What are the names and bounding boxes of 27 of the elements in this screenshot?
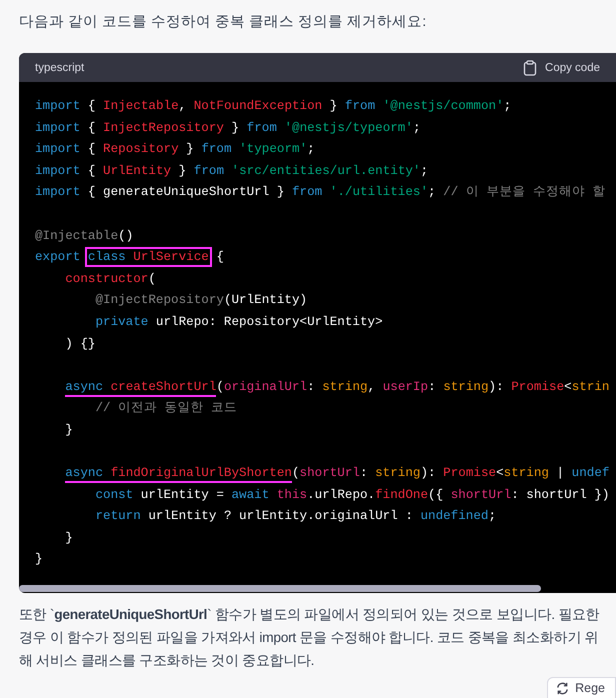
- code-line: // 이전과 동일한 코드: [94, 400, 238, 418]
- code-line: const urlEntity = await this.urlRepo.findOne({ shortUrl: shortUrl }): [94, 486, 610, 504]
- paragraph-text: 또한 `generateUniqueShortUrl` 함수가 별도의 파일에서 정의되어 있는 것으로 보입니다. 필요한 경우 이 함수가 정의된 파일을 가져와서 import 문을 수정해야 합니다. 코드 중복을 최소화하기 위해 서비스 클래스를 구조화하는 것이 중요합니다.: [19, 606, 600, 670]
- code-line: import { Repository } from 'typeorm';: [35, 141, 316, 158]
- refresh-icon: [556, 682, 570, 694]
- code-line: }: [35, 551, 44, 568]
- code-line: private urlRepo: Repository<UrlEntity>: [94, 314, 384, 331]
- code-line: @Injectable(): [35, 228, 134, 245]
- copy-code-button[interactable]: Copy code: [523, 60, 600, 76]
- code-line: ) {}: [64, 336, 96, 353]
- code-line: import { UrlEntity } from 'src/entities/url.entity';: [35, 162, 430, 180]
- code-line: @InjectRepository(UrlEntity): [94, 292, 308, 310]
- code-line: import { generateUniqueShortUrl } from './utilities'; // 이 부분을 수정해야 할: [35, 184, 606, 202]
- code-line: }: [64, 530, 74, 547]
- code-line: }: [64, 422, 74, 439]
- code-line: import { Injectable, NotFoundException } from '@nestjs/common';: [35, 98, 512, 115]
- code-line: return urlEntity ? urlEntity.originalUrl : undefined;: [94, 508, 498, 526]
- regenerate-button[interactable]: Rege: [547, 677, 616, 698]
- code-line: constructor(: [64, 270, 157, 288]
- code-line: async findOriginalUrlByShorten(shortUrl: string): Promise<string | undef: [35, 463, 616, 485]
- code-line: export class UrlService {: [35, 247, 616, 269]
- code-line: import { InjectRepository } from '@nestjs/typeorm';: [35, 120, 422, 137]
- intro-text: 다음과 같이 코드를 수정하여 중복 클래스 정의를 제거하세요:: [19, 13, 428, 32]
- code-line: async createShortUrl(originalUrl: string, userIp: string): Promise<strin: [35, 376, 616, 398]
- language-label: typescript: [35, 62, 84, 74]
- scrollbar-thumb[interactable]: [19, 585, 541, 592]
- clipboard-icon: [523, 60, 538, 76]
